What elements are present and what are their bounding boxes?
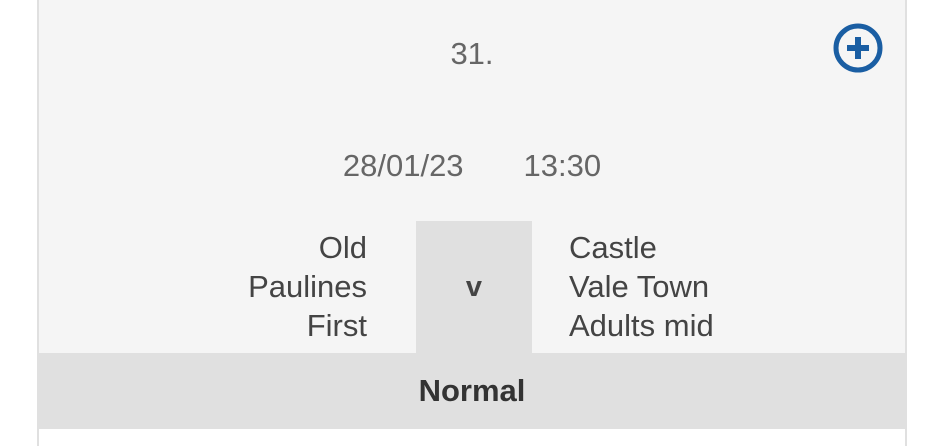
fixture-date: 28/01/23 [342,148,464,183]
fixture-time: 13:30 [523,148,602,183]
fixture-card: 31. 28/01/23 13:30 Old Paulines First v C… [37,0,907,446]
next-card-edge [39,429,905,446]
versus-label: v [465,271,483,303]
home-team-line: Old [318,230,367,265]
fixture-number: 31. [450,36,494,71]
away-team-name: Castle Vale Town Adults mid [569,228,889,345]
versus-box: v [416,221,532,354]
fixture-status: Normal [418,373,526,408]
away-team-line: Castle [569,230,657,265]
fixture-status-bar: Normal [39,353,905,429]
home-team-line: First [306,308,367,343]
away-team-line: Vale Town [569,269,710,304]
home-team-name: Old Paulines First [39,228,367,345]
home-team-line: Paulines [248,269,367,304]
plus-circle-icon [833,23,883,73]
expand-button[interactable] [832,22,884,74]
fixture-datetime: 28/01/23 13:30 [39,146,905,186]
away-team-line: Adults mid [569,308,714,343]
